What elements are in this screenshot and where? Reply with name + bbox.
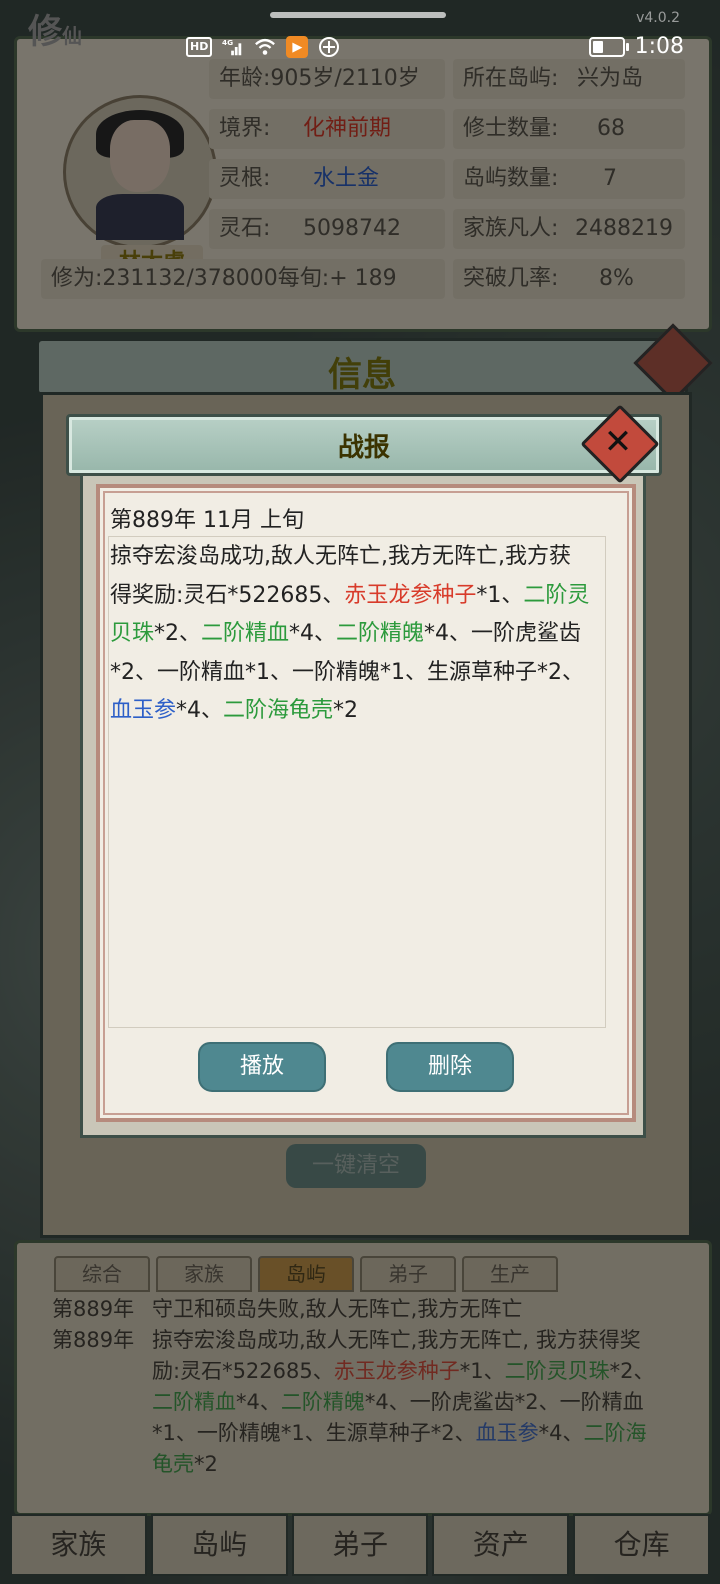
app-notification-icon: ▶ [286,36,309,58]
status-bar: HD 4G ▶ 1:08 [0,0,720,100]
notch-indicator [270,12,446,18]
svg-text:4G: 4G [222,38,233,47]
reward-item: 二阶精魄 [336,621,425,646]
report-date: 第889年 11月 上旬 [110,508,304,533]
game-logo: 修仙 [28,12,82,52]
version-label: v4.0.2 [636,10,680,26]
wifi-icon [254,36,276,58]
battery-icon [588,36,629,57]
vpn-icon [318,36,340,58]
delete-button[interactable]: 删除 [388,1044,512,1090]
battle-report-modal: 战报 ✕ 第889年 11月 上旬 掠夺宏浚岛成功,敌人无阵亡,我方无阵亡,我方… [66,404,662,1144]
status-right: 1:08 [588,34,684,59]
reward-item: 二阶精血 [201,621,290,646]
reward-item: 赤玉龙参种子 [344,582,477,608]
reward-item: 二阶海龟壳 [223,698,334,723]
modal-header: 战报 [66,414,662,476]
report-body: 掠夺宏浚岛成功,敌人无阵亡,我方无阵亡,我方获得奖励:灵石*522685、赤玉龙… [110,544,590,723]
hd-icon: HD [186,37,213,57]
modal-title: 战报 [337,433,390,463]
close-icon[interactable]: ✕ [596,420,640,464]
reward-item: 血玉参 [110,698,177,723]
signal-icon: 4G [222,36,244,58]
clock: 1:08 [634,34,684,59]
status-icons: HD 4G ▶ [186,36,340,58]
play-button[interactable]: 播放 [200,1044,324,1090]
